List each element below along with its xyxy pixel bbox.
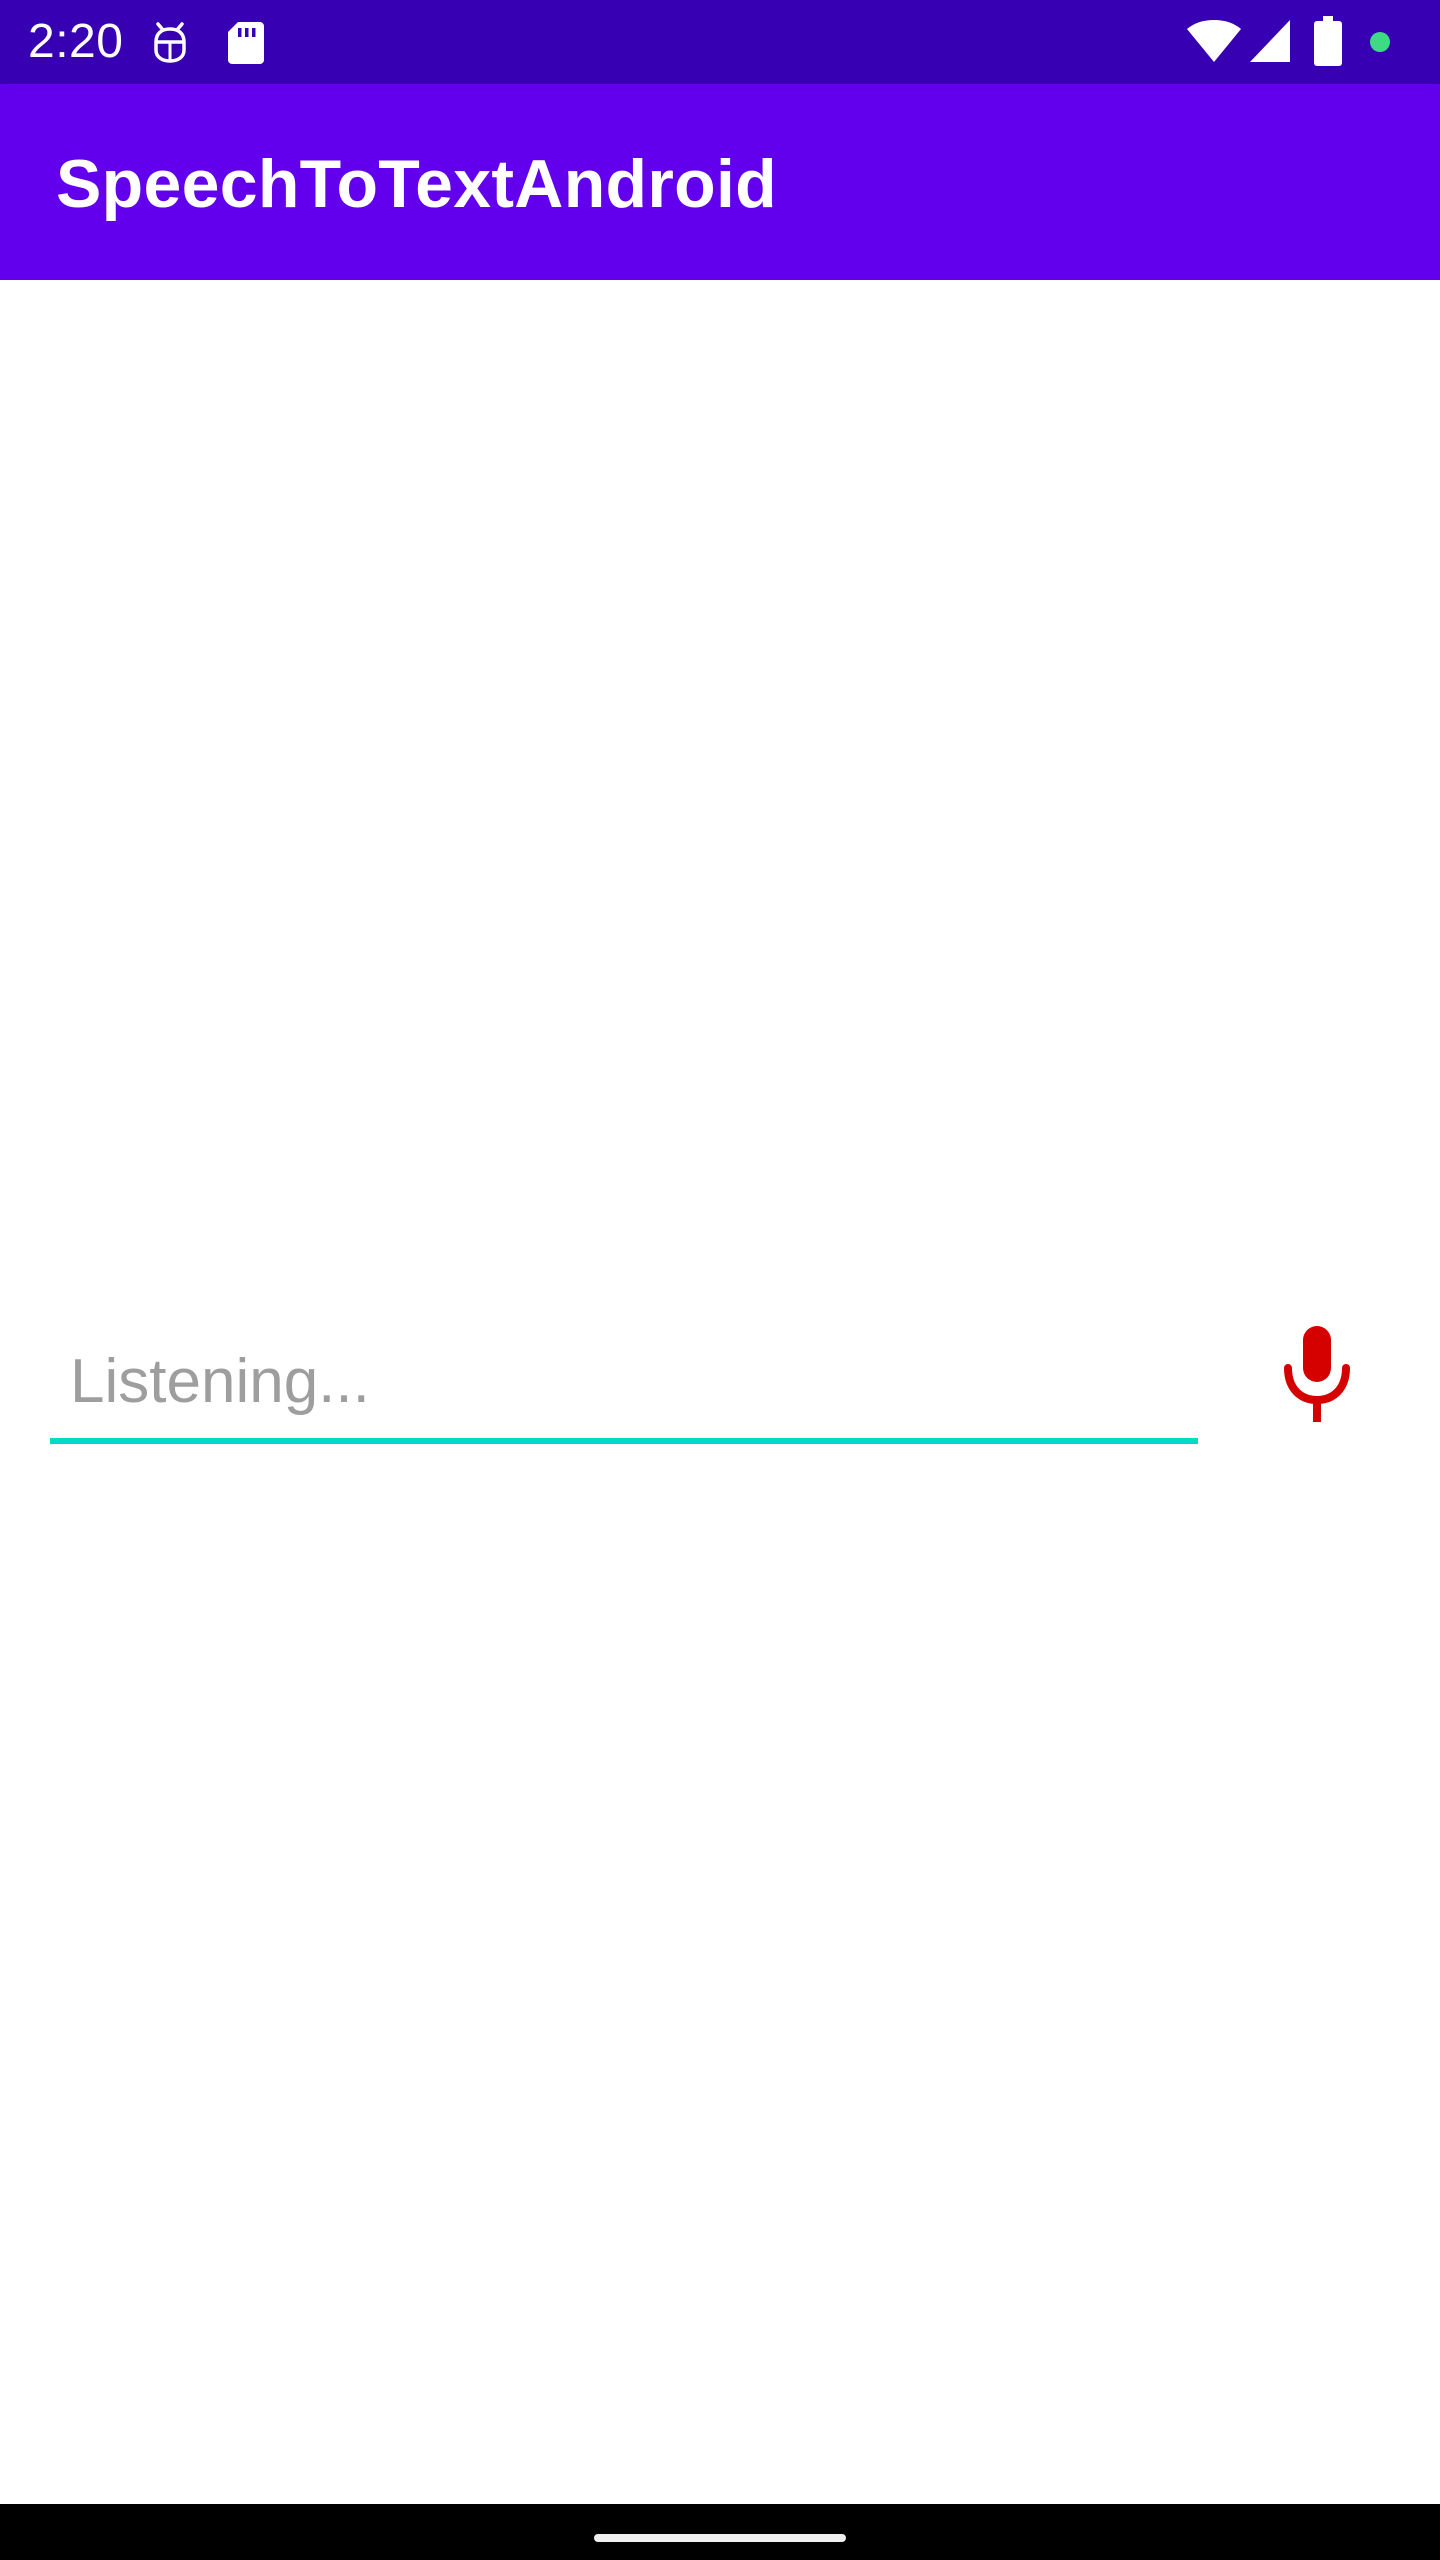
wifi-icon bbox=[1187, 20, 1241, 62]
home-gesture-handle[interactable] bbox=[594, 2534, 846, 2542]
status-bar: 2:20 bbox=[0, 0, 1440, 84]
speech-text-field[interactable] bbox=[50, 1324, 1198, 1444]
app-title: SpeechToTextAndroid bbox=[56, 146, 777, 222]
microphone-button[interactable] bbox=[1262, 1318, 1372, 1428]
sd-card-icon bbox=[228, 22, 264, 64]
cellular-signal-icon bbox=[1250, 20, 1290, 62]
app-screen: 2:20 SpeechToTextAndroid bbox=[0, 0, 1440, 2560]
navigation-bar bbox=[0, 2504, 1440, 2560]
microphone-icon bbox=[1284, 1326, 1350, 1422]
privacy-indicator-dot-icon bbox=[1370, 32, 1390, 52]
app-bar: SpeechToTextAndroid bbox=[0, 84, 1440, 280]
status-time: 2:20 bbox=[28, 15, 124, 68]
debug-bug-icon bbox=[154, 22, 186, 63]
battery-icon bbox=[1314, 16, 1342, 66]
